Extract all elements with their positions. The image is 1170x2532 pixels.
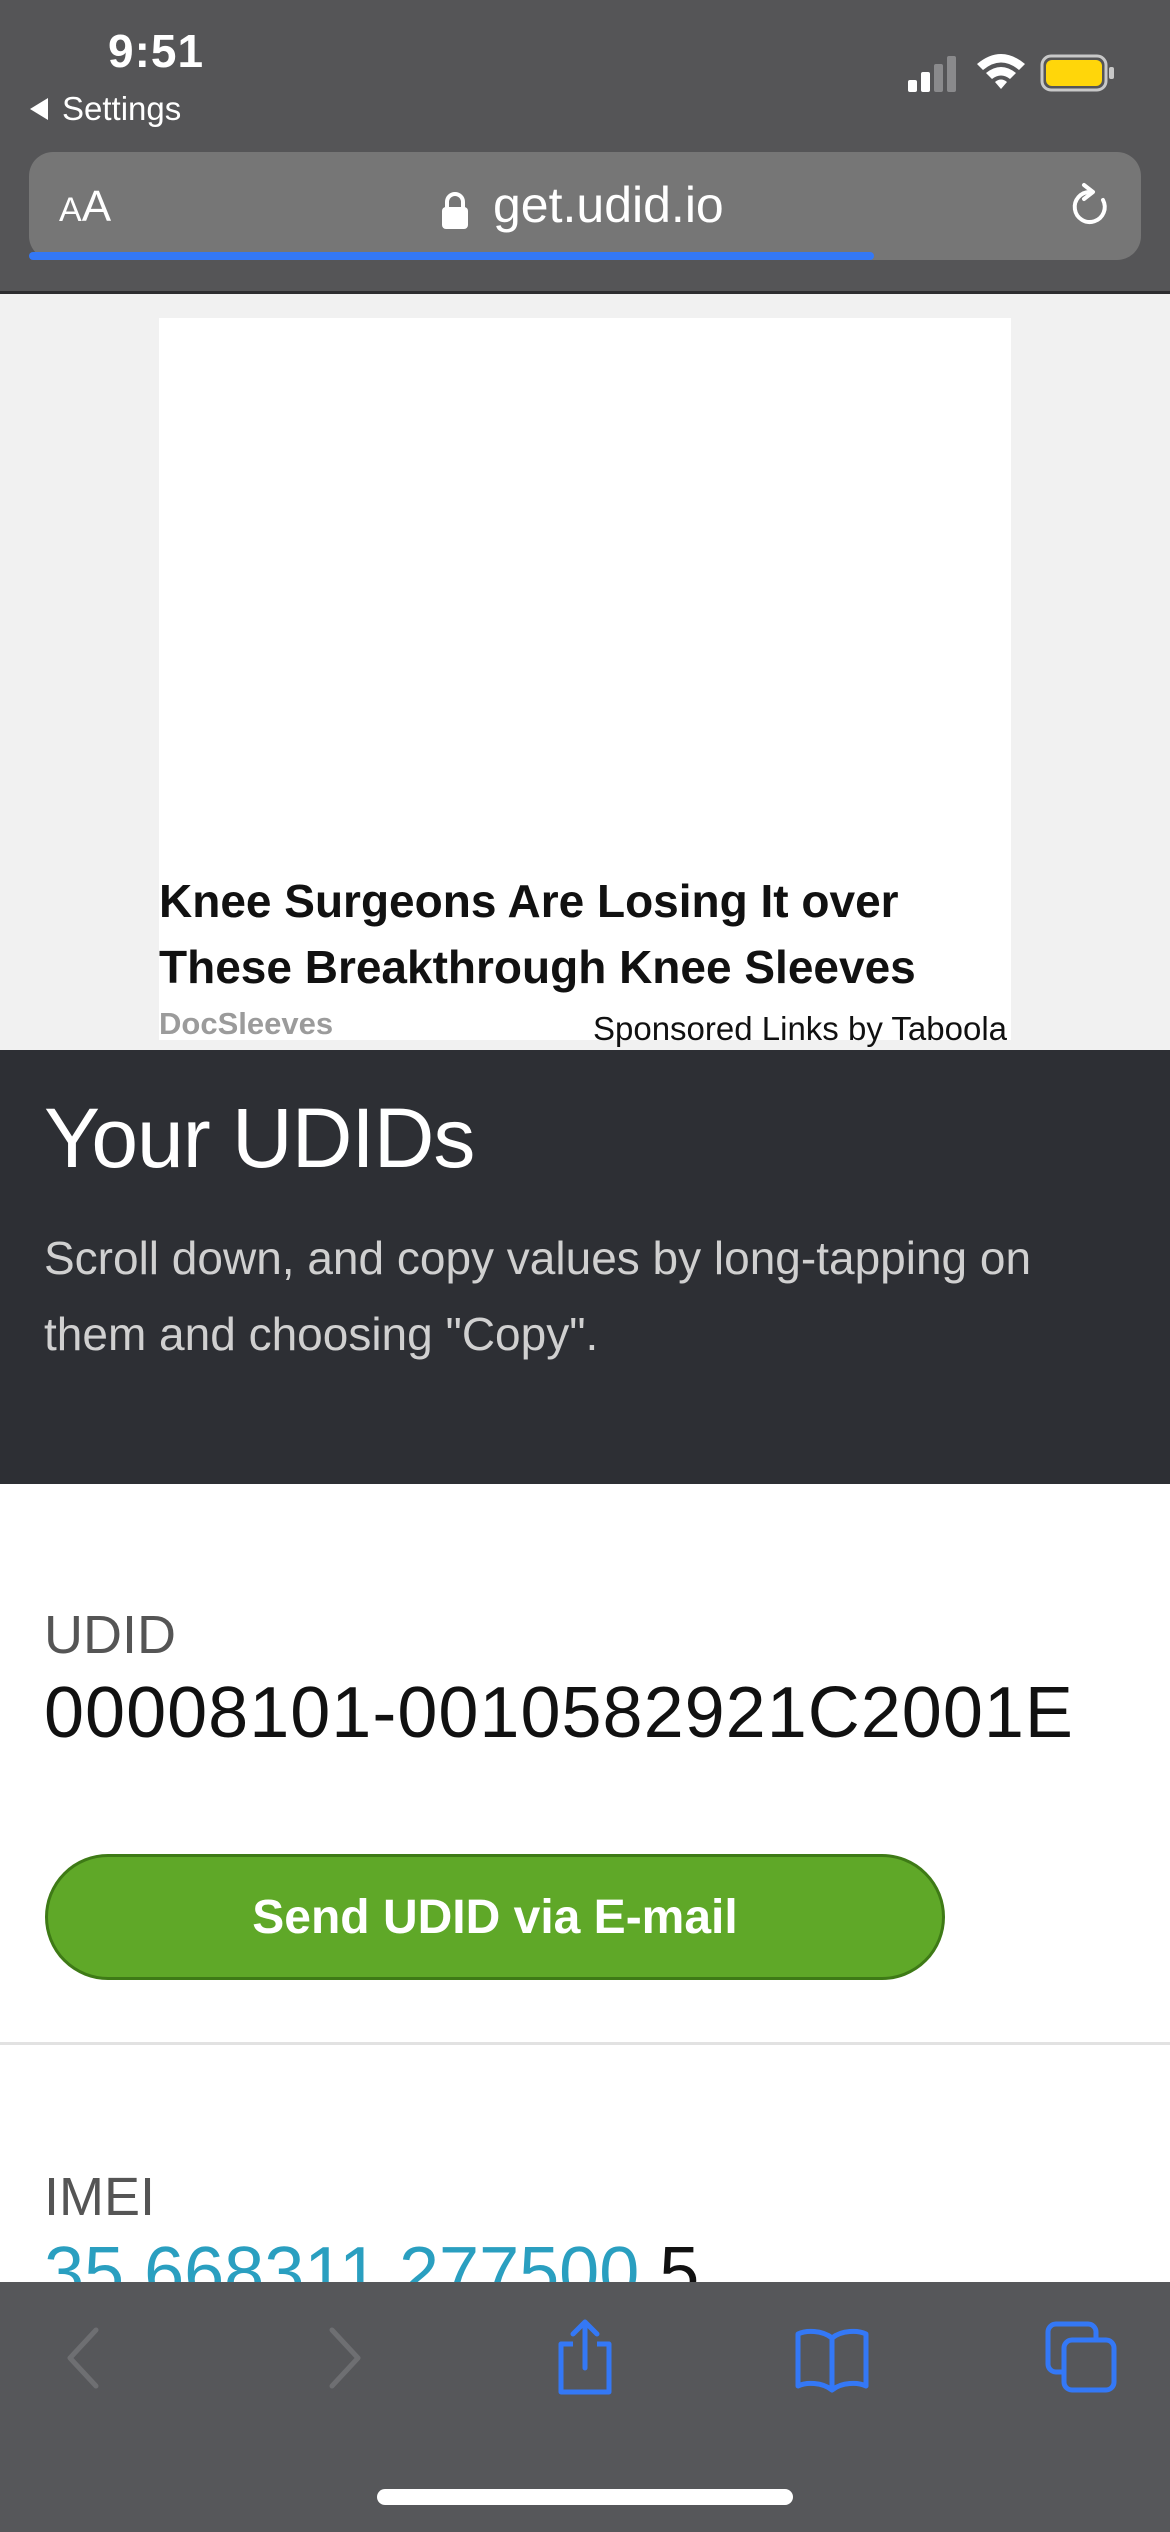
wifi-icon — [977, 54, 1025, 89]
sponsored-ad-card[interactable]: Knee Surgeons Are Losing It over These B… — [159, 318, 1011, 1047]
udid-value[interactable]: 00008101-0010582921C2001E — [44, 1672, 1074, 1754]
ad-section: Knee Surgeons Are Losing It over These B… — [0, 294, 1170, 1050]
page-subtitle: Scroll down, and copy values by long-tap… — [44, 1232, 1032, 1360]
section-divider — [0, 2042, 1170, 2045]
tabs-icon[interactable] — [1040, 2318, 1120, 2398]
share-icon[interactable] — [545, 2318, 625, 2398]
ad-headline[interactable]: Knee Surgeons Are Losing It over These B… — [159, 868, 1011, 1000]
reload-icon[interactable] — [1067, 182, 1113, 232]
address-bar[interactable]: AA get.udid.io — [29, 152, 1141, 260]
back-to-settings-link[interactable]: Settings — [30, 90, 181, 128]
cellular-signal-icon — [908, 56, 956, 92]
url-text[interactable]: get.udid.io — [493, 176, 724, 234]
send-udid-email-button[interactable]: Send UDID via E-mail — [45, 1854, 945, 1980]
lock-icon — [442, 192, 468, 229]
browser-chrome-top: 9:51 Settings AA get.udid.io — [0, 0, 1170, 294]
text-size-button[interactable]: AA — [59, 182, 111, 232]
back-icon[interactable] — [48, 2318, 128, 2398]
text-size-big-label: A — [81, 182, 112, 231]
udid-label: UDID — [44, 1605, 176, 1665]
battery-icon — [1040, 54, 1114, 92]
page-load-progress — [29, 252, 1141, 260]
ad-source[interactable]: DocSleeves — [159, 1006, 333, 1042]
udids-hero: Your UDIDs Scroll down, and copy values … — [0, 1050, 1170, 1484]
forward-icon[interactable] — [300, 2318, 380, 2398]
page-load-progress-fill — [29, 252, 875, 260]
imei-label: IMEI — [44, 2167, 156, 2227]
back-to-settings-label: Settings — [62, 90, 182, 127]
ad-sponsor-link[interactable]: Sponsored Links by Taboola — [593, 1010, 1007, 1048]
home-indicator[interactable] — [377, 2489, 793, 2505]
page-title: Your UDIDs — [44, 1091, 475, 1185]
bookmarks-icon[interactable] — [792, 2318, 872, 2398]
udid-content: UDID 00008101-0010582921C2001E Send UDID… — [0, 1484, 1170, 2313]
status-time: 9:51 — [108, 25, 205, 77]
text-size-small-label: A — [59, 191, 82, 229]
back-arrow-icon — [30, 98, 48, 120]
